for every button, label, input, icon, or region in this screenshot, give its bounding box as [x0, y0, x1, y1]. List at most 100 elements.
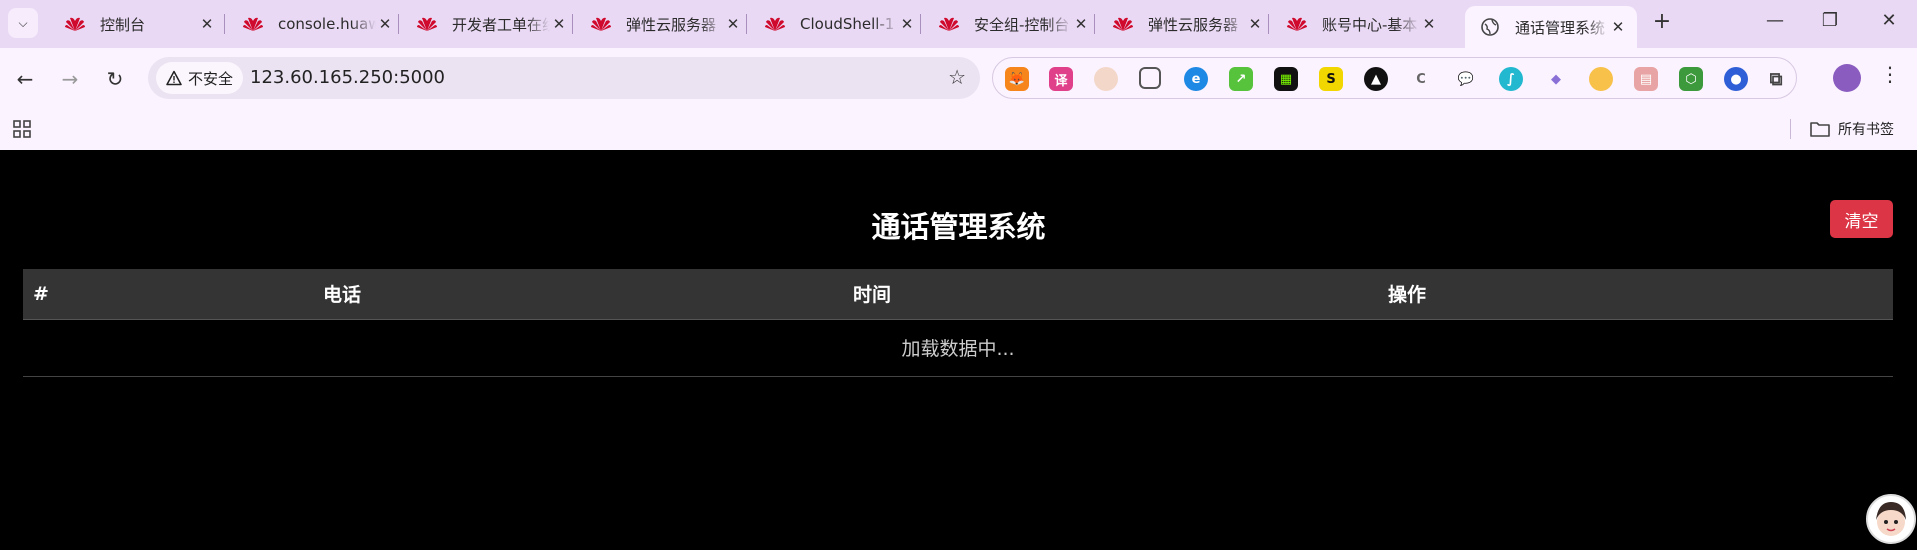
- coin-extension-icon[interactable]: [1589, 67, 1613, 91]
- close-tab-icon[interactable]: ✕: [1609, 18, 1627, 36]
- tab-1[interactable]: 控制台 ✕: [50, 6, 226, 42]
- close-tab-icon[interactable]: ✕: [1072, 15, 1090, 33]
- restore-button[interactable]: ❐: [1815, 10, 1845, 31]
- tab-title: console.huaweicloud.com: [278, 15, 376, 33]
- table-header-row: # 电话 时间 操作: [23, 269, 1893, 320]
- translate-extension-icon[interactable]: 译: [1049, 67, 1073, 91]
- hex-extension-icon[interactable]: ⬡: [1679, 67, 1703, 91]
- tab-3[interactable]: 开发者工单在线 ✕: [402, 6, 578, 42]
- column-header-phone: 电话: [313, 269, 843, 320]
- tab-7[interactable]: 弹性云服务器 ✕: [1098, 6, 1274, 42]
- apps-grid-icon[interactable]: [12, 119, 32, 139]
- close-window-button[interactable]: ✕: [1874, 10, 1904, 31]
- bookmark-star-icon[interactable]: ☆: [948, 65, 966, 89]
- huawei-icon: [764, 15, 786, 33]
- column-header-time: 时间: [843, 269, 1378, 320]
- more-menu-icon[interactable]: ⋮: [1880, 62, 1900, 86]
- triangle-extension-icon[interactable]: ▲: [1364, 67, 1388, 91]
- tab-title: 开发者工单在线: [452, 15, 550, 34]
- chevron-down-icon: ⌵: [18, 15, 28, 30]
- chart-extension-icon[interactable]: ↗: [1229, 67, 1253, 91]
- tab-title: CloudShell-1: [800, 15, 895, 33]
- tab-title: 弹性云服务器: [1148, 15, 1239, 34]
- extensions-bar: 🦊 译 e ↗ ▦ S ▲ C 💬 ∫ ◆ ▤ ⬡ ● ⧉: [992, 57, 1797, 99]
- clear-button[interactable]: 清空: [1830, 200, 1893, 238]
- assistant-avatar[interactable]: [1866, 494, 1916, 544]
- copy-extension-icon[interactable]: [1139, 67, 1161, 89]
- tab-title: 弹性云服务器: [626, 15, 717, 34]
- puzzle-grid-extension-icon[interactable]: ▦: [1274, 67, 1298, 91]
- assistant-face-icon: [1876, 502, 1906, 536]
- plus-icon: +: [1652, 9, 1672, 34]
- circle-extension-icon[interactable]: ●: [1724, 67, 1748, 91]
- close-tab-icon[interactable]: ✕: [198, 15, 216, 33]
- address-bar[interactable]: 不安全 123.60.165.250:5000 ☆: [148, 57, 980, 99]
- bookmarks-divider: [1790, 119, 1791, 139]
- ethereum-extension-icon[interactable]: ◆: [1544, 67, 1568, 91]
- bookmarks-bar: 所有书签: [0, 108, 1917, 150]
- tab-separator: [920, 14, 921, 34]
- c-extension-icon[interactable]: C: [1409, 67, 1433, 91]
- tab-separator: [1268, 14, 1269, 34]
- huawei-icon: [1286, 15, 1308, 33]
- calls-table: # 电话 时间 操作 加载数据中...: [23, 269, 1893, 377]
- tab-search-button[interactable]: ⌵: [8, 8, 38, 38]
- tab-title: 控制台: [100, 15, 146, 34]
- reload-icon: ↻: [106, 67, 124, 91]
- column-header-actions: 操作: [1378, 269, 1893, 320]
- security-chip[interactable]: 不安全: [156, 62, 244, 94]
- huawei-icon: [938, 15, 960, 33]
- tab-title: 安全组-控制台: [974, 15, 1070, 34]
- browser-toolbar: ← → ↻ 不安全 123.60.165.250:5000 ☆ 🦊 译 e ↗ …: [0, 48, 1917, 108]
- browser-extension-icon[interactable]: e: [1184, 67, 1208, 91]
- minimize-button[interactable]: —: [1760, 10, 1790, 31]
- tab-strip: ⌵ 控制台✕console.huaweicloud.com✕开发者工单在线✕弹性…: [0, 0, 1917, 48]
- chat-extension-icon[interactable]: 💬: [1454, 67, 1478, 91]
- page-content: 通话管理系统 清空 # 电话 时间 操作 加载数据中...: [0, 150, 1917, 550]
- globe-icon: [1479, 18, 1501, 36]
- huawei-icon: [242, 15, 264, 33]
- s-extension-icon[interactable]: S: [1319, 67, 1343, 91]
- profile-avatar[interactable]: [1833, 64, 1861, 92]
- reload-button[interactable]: ↻: [100, 64, 130, 94]
- tab-separator: [224, 14, 225, 34]
- tab-title: 账号中心-基本: [1322, 15, 1418, 34]
- security-label: 不安全: [188, 69, 234, 88]
- back-button[interactable]: ←: [10, 64, 40, 94]
- close-tab-icon[interactable]: ✕: [724, 15, 742, 33]
- url-text[interactable]: 123.60.165.250:5000: [250, 67, 445, 88]
- tab-separator: [1094, 14, 1095, 34]
- link-extension-icon[interactable]: ∫: [1499, 67, 1523, 91]
- all-bookmarks-button[interactable]: 所有书签: [1810, 119, 1894, 139]
- tab-title: 通话管理系统: [1515, 18, 1606, 37]
- huawei-icon: [64, 15, 86, 33]
- avatar-extension-icon[interactable]: [1094, 67, 1118, 91]
- close-tab-icon[interactable]: ✕: [1246, 15, 1264, 33]
- tab-5[interactable]: CloudShell-1 ✕: [750, 6, 926, 42]
- tab-separator: [572, 14, 573, 34]
- forward-button[interactable]: →: [55, 64, 85, 94]
- close-tab-icon[interactable]: ✕: [1420, 15, 1438, 33]
- arrow-left-icon: ←: [16, 67, 34, 91]
- close-tab-icon[interactable]: ✕: [550, 15, 568, 33]
- extensions-puzzle-icon[interactable]: ⧉: [1764, 67, 1788, 91]
- calendar-extension-icon[interactable]: ▤: [1634, 67, 1658, 91]
- table-row: 加载数据中...: [23, 319, 1893, 377]
- tab-6[interactable]: 安全组-控制台 ✕: [924, 6, 1100, 42]
- tab-separator: [746, 14, 747, 34]
- tab-2[interactable]: console.huaweicloud.com✕: [228, 6, 404, 42]
- metamask-extension-icon[interactable]: 🦊: [1005, 67, 1029, 91]
- huawei-icon: [590, 15, 612, 33]
- close-tab-icon[interactable]: ✕: [898, 15, 916, 33]
- loading-message: 加载数据中...: [23, 319, 1893, 377]
- arrow-right-icon: →: [61, 67, 79, 91]
- huawei-icon: [1112, 15, 1134, 33]
- page-title: 通话管理系统: [871, 210, 1046, 244]
- tab-4[interactable]: 弹性云服务器 ✕: [576, 6, 752, 42]
- new-tab-button[interactable]: +: [1648, 9, 1676, 34]
- tab-8[interactable]: 账号中心-基本 ✕: [1272, 6, 1448, 42]
- tab-9[interactable]: 通话管理系统 ✕: [1465, 6, 1637, 48]
- close-tab-icon[interactable]: ✕: [376, 15, 394, 33]
- huawei-icon: [416, 15, 438, 33]
- folder-icon: [1810, 122, 1830, 137]
